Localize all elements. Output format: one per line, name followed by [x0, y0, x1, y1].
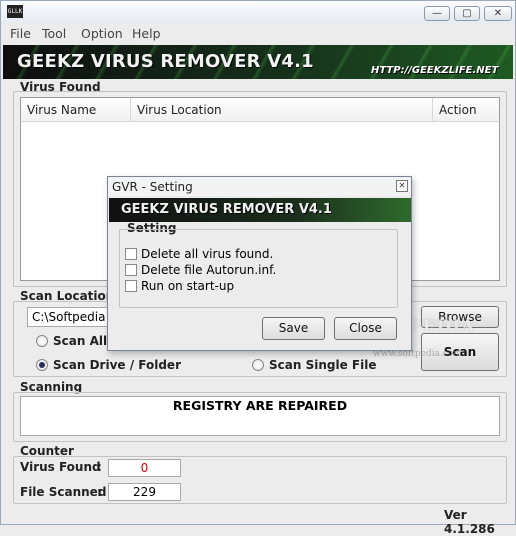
settings-dialog: GVR - Setting ✕ GEEKZ VIRUS REMOVER V4.1… [107, 176, 412, 351]
virus-found-count-label: Virus Found [20, 460, 101, 474]
radio-scan-all-drives[interactable] [36, 335, 48, 347]
dialog-banner-title: GEEKZ VIRUS REMOVER V4.1 [121, 202, 332, 217]
version-label: Ver 4.1.286 [444, 508, 495, 536]
virus-list-header: Virus Name Virus Location Action [21, 98, 499, 122]
main-window: GLLK — ▢ ✕ File Tool Option Help GEEKZ V… [0, 0, 516, 536]
column-virus-name[interactable]: Virus Name [21, 98, 131, 122]
dialog-close-button[interactable]: Close [334, 317, 397, 340]
column-virus-location[interactable]: Virus Location [131, 98, 433, 122]
radio-scan-drive-folder[interactable] [36, 359, 48, 371]
banner-title: GEEKZ VIRUS REMOVER V4.1 [17, 51, 314, 72]
radio-scan-single-file[interactable] [252, 359, 264, 371]
checkbox-run-startup-label: Run on start-up [141, 279, 235, 293]
close-button[interactable]: ✕ [484, 6, 512, 21]
radio-scan-single-file-label: Scan Single File [269, 358, 377, 372]
app-banner: GEEKZ VIRUS REMOVER V4.1 HTTP://GEEKZLIF… [3, 45, 513, 79]
title-bar[interactable]: GLLK — ▢ ✕ [1, 1, 515, 23]
menu-tool[interactable]: Tool [42, 26, 66, 41]
virus-found-count: 0 [108, 459, 181, 477]
dialog-close-icon[interactable]: ✕ [396, 180, 408, 192]
dialog-save-button[interactable]: Save [262, 317, 325, 340]
app-icon: GLLK [7, 5, 23, 18]
checkbox-delete-autorun-label: Delete file Autorun.inf. [141, 263, 277, 277]
maximize-button[interactable]: ▢ [454, 6, 480, 21]
checkbox-delete-all-virus-label: Delete all virus found. [141, 247, 274, 261]
file-scanned-colon: : [97, 485, 102, 499]
minimize-button[interactable]: — [424, 6, 450, 21]
menu-help[interactable]: Help [132, 26, 161, 41]
radio-scan-drive-folder-label: Scan Drive / Folder [53, 358, 181, 372]
checkbox-delete-autorun[interactable] [125, 264, 137, 276]
menu-option[interactable]: Option [81, 26, 123, 41]
scanning-status: REGISTRY ARE REPAIRED [20, 396, 500, 436]
checkbox-delete-all-virus[interactable] [125, 248, 137, 260]
virus-found-colon: : [97, 460, 102, 474]
file-scanned-label: File Scanned [20, 485, 107, 499]
dialog-banner: GEEKZ VIRUS REMOVER V4.1 [109, 198, 411, 222]
file-scanned-count: 229 [108, 483, 181, 501]
scan-path-input[interactable]: C:\Softpedia [27, 307, 117, 327]
column-action[interactable]: Action [433, 98, 499, 122]
menu-bar: File Tool Option Help [1, 23, 515, 43]
checkbox-run-startup[interactable] [125, 280, 137, 292]
menu-file[interactable]: File [10, 26, 31, 41]
banner-url: HTTP://GEEKZLIFE.NET [371, 65, 499, 76]
dialog-title: GVR - Setting [112, 180, 193, 194]
dialog-title-bar[interactable]: GVR - Setting ✕ [108, 177, 411, 196]
